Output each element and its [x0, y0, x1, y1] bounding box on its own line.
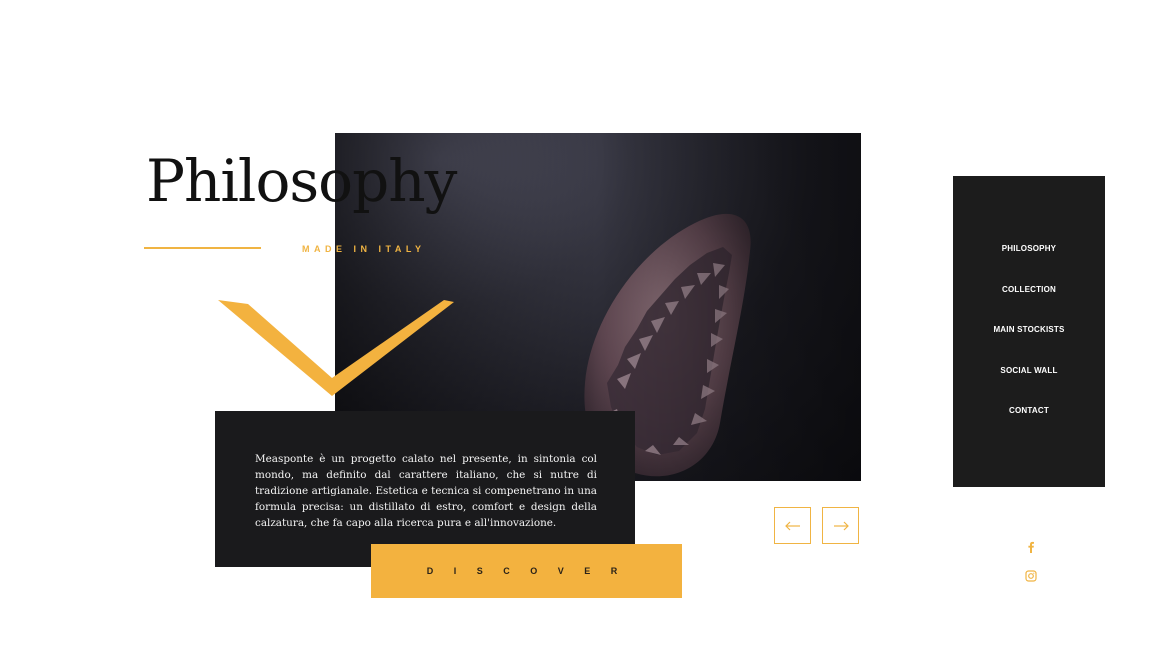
nav-item-main-stockists[interactable]: MAIN STOCKISTS: [953, 325, 1105, 366]
arrow-right-icon: [833, 521, 849, 530]
slider-next-button[interactable]: [822, 507, 859, 544]
page-title: Philosophy: [146, 147, 457, 215]
page-subtitle: MADE IN ITALY: [302, 244, 426, 254]
facebook-icon: [1028, 541, 1034, 553]
discover-button[interactable]: D I S C O V E R: [371, 544, 682, 598]
philosophy-description: Measponte è un progetto calato nel prese…: [255, 453, 597, 529]
side-navigation: PHILOSOPHY COLLECTION MAIN STOCKISTS SOC…: [953, 176, 1105, 487]
nav-item-collection[interactable]: COLLECTION: [953, 285, 1105, 326]
slider-prev-button[interactable]: [774, 507, 811, 544]
instagram-link[interactable]: [1024, 569, 1038, 583]
facebook-link[interactable]: [1024, 540, 1038, 554]
title-divider: [144, 247, 261, 249]
nav-list: PHILOSOPHY COLLECTION MAIN STOCKISTS SOC…: [953, 244, 1105, 447]
chevron-decoration-icon: [218, 300, 454, 396]
nav-item-social-wall[interactable]: SOCIAL WALL: [953, 366, 1105, 407]
nav-item-philosophy[interactable]: PHILOSOPHY: [953, 244, 1105, 285]
arrow-left-icon: [784, 521, 800, 530]
page: Philosophy MADE IN ITALY Measponte è un …: [0, 0, 1173, 650]
nav-item-contact[interactable]: CONTACT: [953, 406, 1105, 447]
instagram-icon: [1025, 570, 1037, 582]
